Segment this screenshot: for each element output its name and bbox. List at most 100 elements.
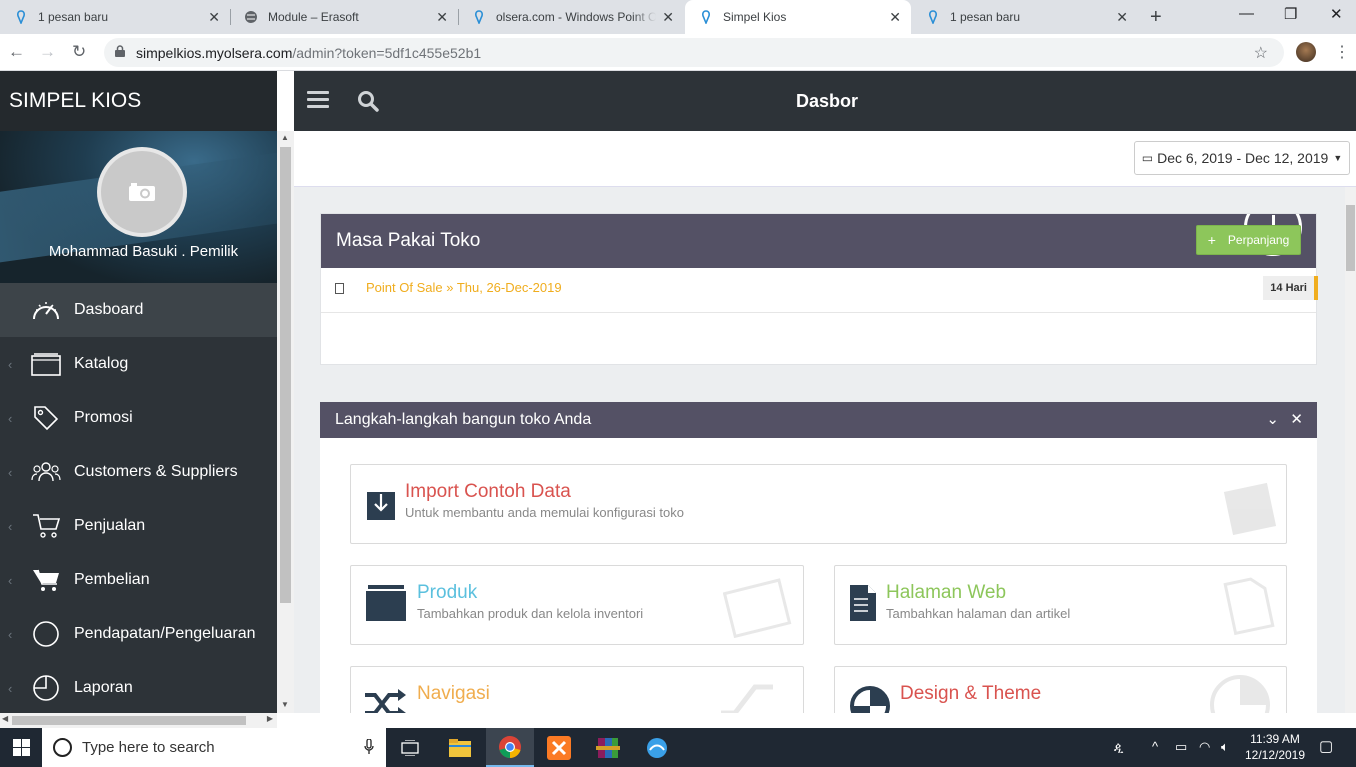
close-tab-icon[interactable]: ✕: [889, 9, 901, 26]
people-icon[interactable]: ዺ: [1114, 739, 1123, 755]
new-tab-icon[interactable]: +: [1150, 6, 1162, 29]
browser-menu-icon[interactable]: ⋮: [1334, 42, 1350, 62]
taskbar-search-box[interactable]: Type here to search: [42, 728, 386, 767]
time-text: 11:39 AM: [1250, 732, 1300, 746]
xampp-icon[interactable]: [535, 728, 583, 767]
step-card-navigasi[interactable]: Navigasi: [350, 666, 804, 713]
tab-title: Module – Erasoft: [268, 10, 359, 24]
notification-icon[interactable]: ▢: [1319, 737, 1333, 755]
minimize-icon[interactable]: —: [1239, 5, 1254, 22]
lock-icon: [115, 45, 125, 57]
step-card-produk[interactable]: Produk Tambahkan produk dan kelola inven…: [350, 565, 804, 645]
sidebar-item-promosi[interactable]: ‹ Promosi: [0, 391, 277, 445]
browser-tab[interactable]: 1 pesan baru ✕: [0, 0, 231, 34]
sidebar-horizontal-scrollbar[interactable]: ◀ ▶: [0, 713, 277, 728]
chevron-up-icon[interactable]: ^: [1152, 739, 1158, 754]
close-tab-icon[interactable]: ✕: [436, 9, 448, 26]
sidebar-item-pembelian[interactable]: ‹ Pembelian: [0, 553, 277, 607]
bookmark-star-icon[interactable]: ☆: [1254, 43, 1268, 63]
sidebar-item-label: Penjualan: [74, 517, 146, 534]
reload-icon[interactable]: ↻: [72, 42, 86, 62]
windows-taskbar: Type here to search ዺ ^ ▭ ◠ 🔈︎ 11:39 AM …: [0, 728, 1356, 767]
main-content: ▭ Dec 6, 2019 - Dec 12, 2019 ▼ Masa Paka…: [294, 131, 1356, 713]
date-text: 12/12/2019: [1244, 748, 1306, 762]
file-explorer-icon[interactable]: [436, 728, 484, 767]
chrome-icon[interactable]: [486, 728, 534, 767]
sidebar-item-label: Katalog: [74, 355, 129, 372]
folder-icon: [723, 578, 792, 638]
top-navbar: Dasbor: [294, 71, 1356, 131]
close-icon[interactable]: ✕: [1290, 402, 1303, 438]
download-icon: [1223, 482, 1277, 535]
page-scrollbar[interactable]: [1345, 187, 1356, 713]
step-title: Produk: [417, 582, 478, 603]
windows-start-icon[interactable]: [0, 728, 42, 767]
download-icon: [367, 492, 395, 520]
olsera-pin-icon: [926, 10, 940, 24]
close-tab-icon[interactable]: ✕: [208, 9, 220, 26]
camera-icon: [129, 183, 155, 201]
panel-title: Langkah-langkah bangun toko Anda ⌄ ✕: [320, 402, 1317, 438]
battery-icon[interactable]: ▭: [1175, 739, 1187, 755]
sidebar-item-label: Pembelian: [74, 571, 150, 588]
panel-title: Masa Pakai Toko: [321, 214, 1316, 268]
tab-title: 1 pesan baru: [38, 10, 109, 24]
olsera-pin-icon: [472, 10, 486, 24]
wifi-icon[interactable]: ◠: [1199, 739, 1210, 755]
perpanjang-button[interactable]: + Perpanjang: [1196, 225, 1301, 255]
url-field[interactable]: simpelkios.myolsera.com/admin?token=5df1…: [104, 38, 1284, 67]
sidebar-item-laporan[interactable]: ‹ Laporan: [0, 661, 277, 713]
plus-icon: +: [1207, 232, 1216, 248]
sidebar-item-customers-suppliers[interactable]: ‹ Customers & Suppliers: [0, 445, 277, 499]
sidebar-menu: Dasboard ‹ Katalog ‹ Promosi ‹ Customers…: [0, 283, 277, 713]
profile-avatar[interactable]: [1296, 42, 1316, 62]
sidebar-item-katalog[interactable]: ‹ Katalog: [0, 337, 277, 391]
pie-chart-icon: [31, 673, 61, 703]
taskbar-clock[interactable]: 11:39 AM 12/12/2019: [1238, 731, 1312, 763]
date-range-picker[interactable]: ▭ Dec 6, 2019 - Dec 12, 2019 ▼: [1134, 141, 1350, 175]
close-tab-icon[interactable]: ✕: [662, 9, 674, 26]
browser-tab-active[interactable]: Simpel Kios ✕: [685, 0, 911, 34]
chevron-left-icon: ‹: [8, 356, 13, 372]
subscription-row: Point Of Sale » Thu, 26-Dec-2019 14 Hari: [321, 268, 1318, 313]
step-card-design-theme[interactable]: Design & Theme: [834, 666, 1287, 713]
chevron-left-icon: ‹: [8, 518, 13, 534]
restore-icon[interactable]: ❐: [1284, 5, 1297, 23]
app-icon[interactable]: [633, 728, 681, 767]
volume-icon[interactable]: 🔈︎: [1221, 739, 1229, 755]
cart-outline-icon: [31, 511, 61, 541]
url-host: simpelkios.myolsera.com: [136, 44, 293, 61]
back-icon[interactable]: ←: [8, 42, 25, 62]
browser-tab[interactable]: olsera.com - Windows Point Of Sale ✕: [458, 0, 684, 34]
address-bar-row: ← → ↻ simpelkios.myolsera.com/admin?toke…: [0, 34, 1356, 71]
sidebar-scrollbar[interactable]: ▲ ▼: [277, 131, 294, 713]
cortana-icon: [53, 738, 72, 757]
tab-title: olsera.com - Windows Point Of Sale: [496, 10, 656, 24]
browser-tab[interactable]: Module – Erasoft ✕: [230, 0, 459, 34]
browser-tab[interactable]: 1 pesan baru ✕: [912, 0, 1138, 34]
winrar-icon[interactable]: [584, 728, 632, 767]
sidebar-item-penjualan[interactable]: ‹ Penjualan: [0, 499, 277, 553]
task-view-icon[interactable]: [386, 728, 434, 767]
collapse-icon[interactable]: ⌄: [1266, 402, 1279, 438]
close-window-icon[interactable]: ✕: [1330, 5, 1343, 23]
step-card-halaman-web[interactable]: Halaman Web Tambahkan halaman dan artike…: [834, 565, 1287, 645]
forward-icon[interactable]: →: [39, 42, 56, 62]
document-icon: [1223, 577, 1275, 636]
sidebar: SIMPEL KIOS Mohammad Basuki . Pemilik Da…: [0, 71, 277, 713]
cart-filled-icon: [31, 565, 61, 595]
step-card-import[interactable]: Import Contoh Data Untuk membantu anda m…: [350, 464, 1287, 544]
url-path: /admin?token=5df1c455e52b1: [292, 44, 482, 61]
brand-title[interactable]: SIMPEL KIOS: [0, 71, 277, 131]
setup-steps-panel: Langkah-langkah bangun toko Anda ⌄ ✕ Imp…: [320, 402, 1317, 713]
step-title: Halaman Web: [886, 582, 1007, 603]
date-toolbar: ▭ Dec 6, 2019 - Dec 12, 2019 ▼: [294, 131, 1356, 187]
sidebar-item-dasboard[interactable]: Dasboard: [0, 283, 277, 337]
close-tab-icon[interactable]: ✕: [1116, 9, 1128, 26]
circle-icon: [31, 619, 61, 649]
sidebar-item-pendapatan-pengeluaran[interactable]: ‹ Pendapatan/Pengeluaran: [0, 607, 277, 661]
speedometer-icon: [31, 295, 61, 325]
user-name: Mohammad Basuki . Pemilik: [48, 243, 239, 260]
avatar[interactable]: [97, 147, 187, 237]
microphone-icon[interactable]: [364, 739, 374, 755]
